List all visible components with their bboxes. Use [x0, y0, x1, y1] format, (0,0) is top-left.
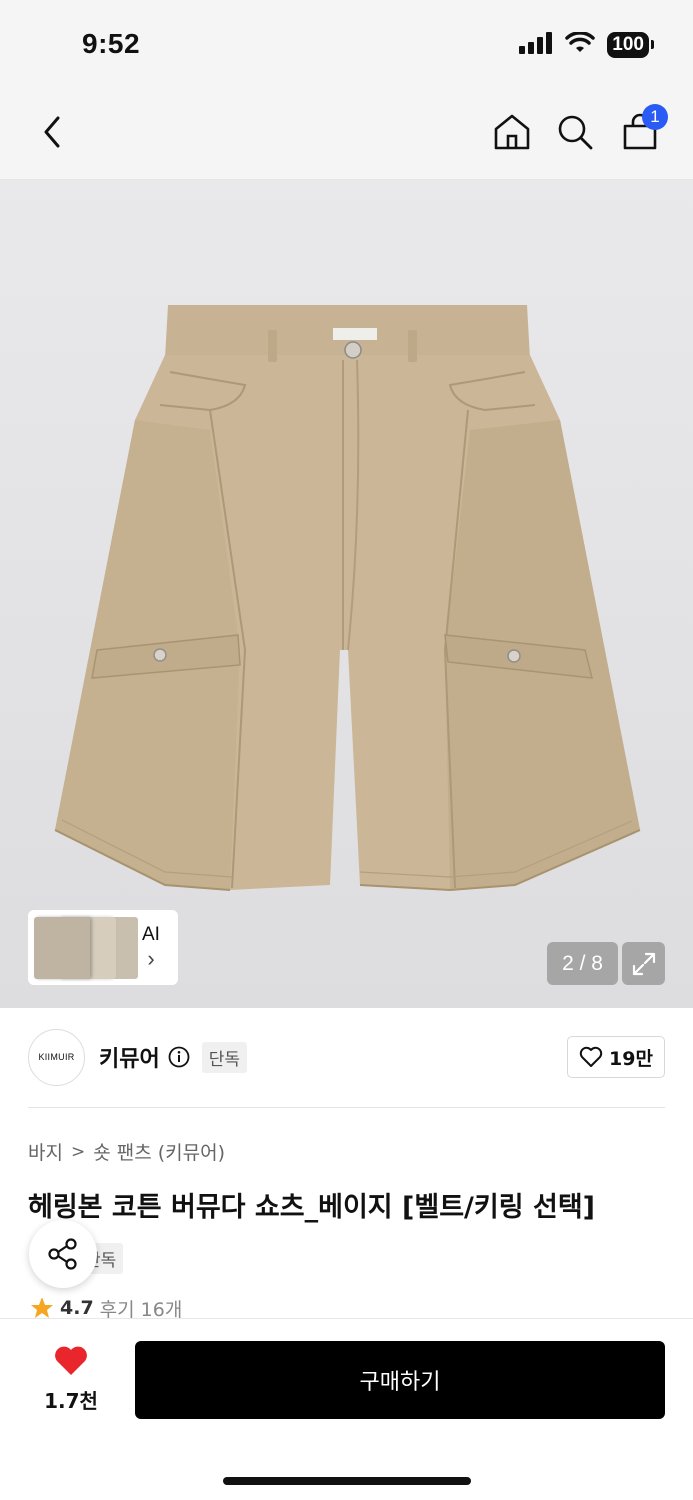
brand-like-button[interactable]: 19만: [567, 1036, 665, 1078]
expand-image-button[interactable]: [622, 942, 665, 985]
divider: [28, 1107, 665, 1108]
brand-like-count: 19만: [609, 1047, 653, 1070]
signal-icon: [519, 32, 553, 58]
thumbnail-image: [34, 916, 90, 979]
wishlist-button[interactable]: 1.7천: [36, 1345, 106, 1414]
heart-outline-icon: [579, 1046, 603, 1067]
breadcrumb-subcategory[interactable]: 숏 팬츠 (키뮤어): [93, 1138, 225, 1165]
back-button[interactable]: [30, 110, 74, 154]
thumbnail-stack: [32, 915, 142, 981]
brand-row: KIIMUIR 키뮤어 단독 19만: [28, 1028, 665, 1086]
ai-label: AI ›: [142, 924, 160, 972]
breadcrumb: 바지 > 숏 팬츠 (키뮤어): [28, 1138, 225, 1165]
share-icon: [48, 1238, 77, 1270]
cart-button[interactable]: 1: [618, 104, 668, 154]
ai-text: AI: [142, 923, 160, 945]
image-page-counter: 2 / 8: [547, 942, 618, 985]
review-count: 후기 16개: [99, 1298, 183, 1319]
star-icon: [31, 1298, 53, 1318]
brand-name[interactable]: 키뮤어: [99, 1041, 160, 1073]
wishlist-count: 1.7천: [44, 1389, 98, 1413]
product-image: [0, 180, 693, 1008]
exclusive-badge: 단독: [201, 1041, 248, 1073]
product-title: 헤링본 코튼 버뮤다 쇼츠_베이지 [벨트/키링 선택]: [28, 1192, 595, 1223]
wifi-icon: [565, 31, 596, 58]
bottom-action-bar: 1.7천 구매하기: [0, 1318, 693, 1500]
rating-value: 4.7: [60, 1298, 94, 1318]
home-icon: [494, 114, 530, 150]
share-button[interactable]: [29, 1220, 97, 1288]
top-nav-bar: 1: [0, 90, 693, 180]
battery-indicator: 100: [607, 32, 654, 58]
expand-icon: [632, 952, 655, 975]
home-indicator: [223, 1477, 471, 1485]
chevron-right-icon: ›: [147, 945, 155, 971]
back-chevron-icon: [44, 116, 60, 148]
home-button[interactable]: [490, 110, 534, 154]
buy-button[interactable]: 구매하기: [135, 1341, 665, 1419]
heart-filled-icon: [55, 1346, 87, 1375]
cart-count-badge: 1: [642, 104, 668, 130]
info-icon[interactable]: [168, 1046, 190, 1068]
search-icon: [558, 115, 593, 150]
status-time: 9:52: [82, 28, 141, 59]
status-icons: 100: [519, 31, 654, 58]
ai-styling-thumbnail[interactable]: AI ›: [28, 910, 178, 985]
status-bar: 9:52 100: [0, 0, 693, 90]
brand-logo[interactable]: KIIMUIR: [28, 1028, 85, 1086]
search-button[interactable]: [553, 110, 597, 154]
rating-row[interactable]: 4.7 후기 16개: [30, 1298, 182, 1318]
product-image-gallery[interactable]: AI › 2 / 8: [0, 180, 693, 1008]
breadcrumb-separator: >: [70, 1141, 86, 1162]
breadcrumb-category[interactable]: 바지: [28, 1138, 63, 1165]
